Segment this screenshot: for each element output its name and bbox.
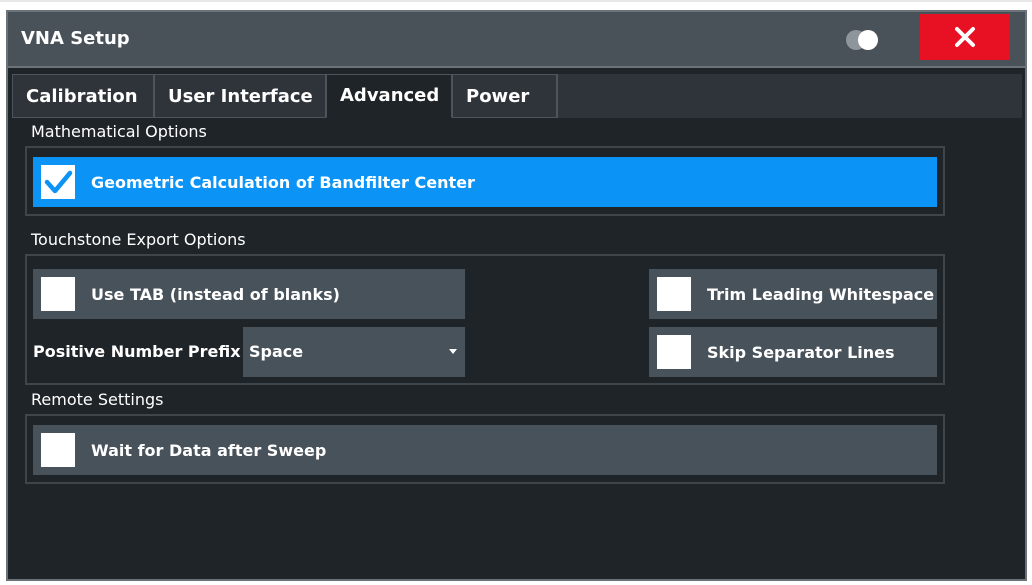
dialog-title: VNA Setup (21, 28, 130, 49)
checkbox-label: Skip Separator Lines (707, 342, 895, 362)
tab-advanced[interactable]: Advanced (326, 74, 452, 118)
touchstone-export-heading: Touchstone Export Options (31, 230, 246, 249)
use-tab-checkbox[interactable]: Use TAB (instead of blanks) (33, 269, 465, 319)
remote-settings-heading: Remote Settings (31, 390, 164, 409)
dropdown-arrow-icon (449, 349, 457, 354)
positive-prefix-dropdown[interactable]: Space (243, 327, 465, 377)
tab-label: User Interface (168, 85, 313, 107)
tab-bar-filler (557, 74, 1022, 118)
tab-user-interface[interactable]: User Interface (154, 74, 326, 118)
skip-separator-checkbox[interactable]: Skip Separator Lines (649, 327, 937, 377)
checkbox[interactable] (657, 277, 691, 311)
tab-bar: Calibration User Interface Advanced Powe… (12, 74, 1022, 118)
checkbox-label: Wait for Data after Sweep (91, 440, 327, 460)
dropdown-value: Space (249, 342, 304, 361)
ruler-ticks (0, 0, 1032, 2)
touchstone-export-group: Use TAB (instead of blanks) Trim Leading… (25, 254, 945, 385)
checkbox-label: Geometric Calculation of Bandfilter Cent… (91, 172, 475, 192)
checkmark-icon (44, 170, 73, 194)
checkbox[interactable] (41, 277, 75, 311)
close-icon (955, 27, 975, 47)
mathematical-options-heading: Mathematical Options (31, 122, 207, 141)
tab-label: Advanced (340, 85, 440, 106)
tab-calibration[interactable]: Calibration (12, 74, 154, 118)
geometric-calculation-checkbox[interactable]: Geometric Calculation of Bandfilter Cent… (33, 157, 937, 207)
checkbox[interactable] (41, 165, 75, 199)
tab-label: Calibration (26, 85, 138, 107)
tab-power[interactable]: Power (452, 74, 557, 118)
title-bar[interactable]: VNA Setup (8, 12, 1025, 68)
background-strip (0, 0, 1032, 10)
close-button[interactable] (920, 14, 1010, 60)
checkbox[interactable] (657, 335, 691, 369)
transparency-toggle-icon[interactable] (844, 28, 884, 52)
checkbox[interactable] (41, 433, 75, 467)
advanced-panel: Mathematical Options Geometric Calculati… (12, 118, 1022, 577)
trim-whitespace-checkbox[interactable]: Trim Leading Whitespace (649, 269, 937, 319)
remote-settings-group: Wait for Data after Sweep (25, 414, 945, 484)
tab-label: Power (466, 85, 530, 107)
checkbox-label: Trim Leading Whitespace (707, 284, 935, 304)
vna-setup-dialog: VNA Setup Calibration User Interface Adv… (6, 10, 1027, 581)
wait-for-data-checkbox[interactable]: Wait for Data after Sweep (33, 425, 937, 475)
checkbox-label: Use TAB (instead of blanks) (91, 284, 340, 304)
positive-prefix-label: Positive Number Prefix (33, 342, 241, 361)
mathematical-options-group: Geometric Calculation of Bandfilter Cent… (25, 146, 945, 216)
